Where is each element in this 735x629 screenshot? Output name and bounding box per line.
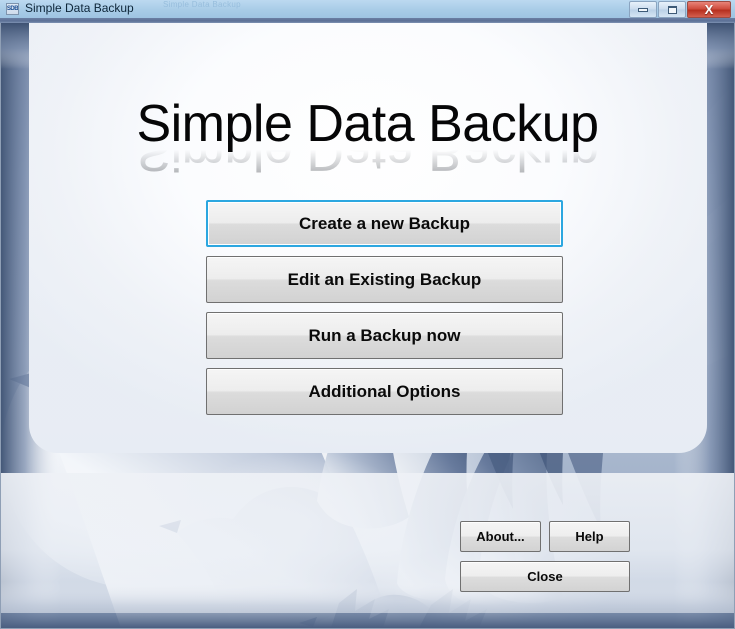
run-backup-now-button[interactable]: Run a Backup now: [206, 312, 563, 359]
close-button[interactable]: Close: [460, 561, 630, 592]
maximize-icon: [667, 5, 677, 14]
create-new-backup-button[interactable]: Create a new Backup: [206, 200, 563, 247]
close-window-button[interactable]: X: [687, 1, 731, 18]
additional-options-button[interactable]: Additional Options: [206, 368, 563, 415]
footer-actions-row: About... Help: [460, 521, 630, 552]
sdb-app-icon: SDB: [6, 3, 19, 15]
minimize-icon: [638, 7, 648, 12]
edit-existing-backup-button[interactable]: Edit an Existing Backup: [206, 256, 563, 303]
close-icon: X: [704, 1, 714, 17]
window-title: Simple Data Backup: [25, 1, 134, 15]
main-actions: Create a new Backup Edit an Existing Bac…: [206, 200, 563, 424]
footer-actions: About... Help Close: [460, 521, 630, 592]
application-window: SDB Simple Data Backup Simple Data Backu…: [0, 0, 735, 629]
sdb-app-icon-text: SDB: [6, 6, 19, 12]
client-area: Simple Data Backup Simple Data Backup Cr…: [0, 23, 735, 629]
maximize-button[interactable]: [658, 1, 686, 18]
about-button[interactable]: About...: [460, 521, 541, 552]
help-button[interactable]: Help: [549, 521, 630, 552]
window-controls: X: [629, 1, 731, 18]
minimize-button[interactable]: [629, 1, 657, 18]
title-bar: SDB Simple Data Backup Simple Data Backu…: [0, 0, 735, 18]
title-bar-ghost-text: Simple Data Backup: [163, 0, 241, 9]
title-bar-separator: [0, 18, 735, 23]
